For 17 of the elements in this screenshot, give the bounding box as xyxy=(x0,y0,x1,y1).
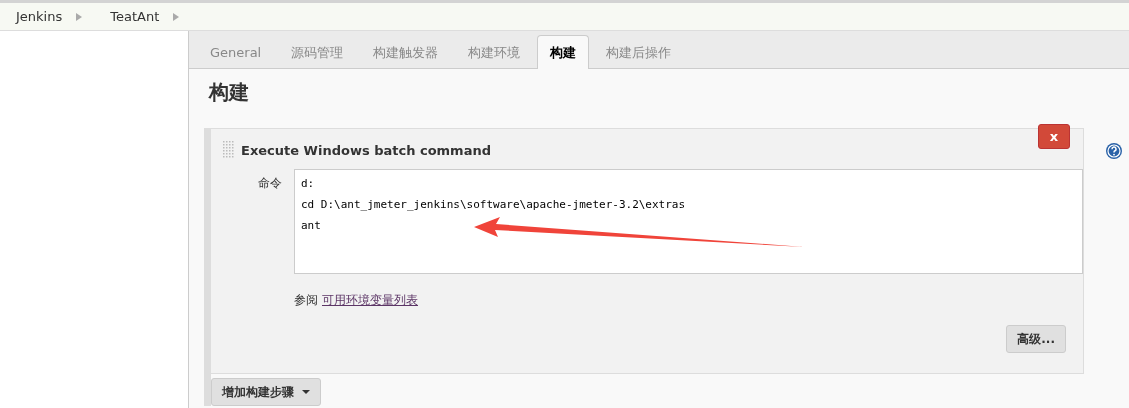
drag-handle-icon[interactable] xyxy=(223,141,235,159)
env-variables-link[interactable]: 可用环境变量列表 xyxy=(322,293,418,307)
chevron-icon[interactable] xyxy=(173,12,180,21)
breadcrumb-link[interactable]: TeatAnt xyxy=(110,9,160,24)
see-also-text: 参阅 xyxy=(294,293,318,307)
add-build-step-button[interactable]: 增加构建步骤 xyxy=(211,378,321,406)
section-heading: 构建 xyxy=(209,79,250,106)
caret-icon xyxy=(302,390,310,394)
tab[interactable]: 构建 xyxy=(537,35,590,69)
step-title: Execute Windows batch command xyxy=(241,142,491,158)
field-label: 命令 xyxy=(257,175,283,192)
breadcrumb-link[interactable]: Jenkins xyxy=(16,9,63,24)
advanced-button[interactable]: 高级... xyxy=(1006,325,1066,353)
chevron-icon[interactable] xyxy=(76,12,83,21)
help-icon[interactable] xyxy=(1105,142,1123,160)
delete-button[interactable]: x xyxy=(1038,124,1070,149)
command-field[interactable]: d: cd D:\ant_jmeter_jenkins\software\apache-jmeter-3.2\extras ant xyxy=(294,169,1083,274)
